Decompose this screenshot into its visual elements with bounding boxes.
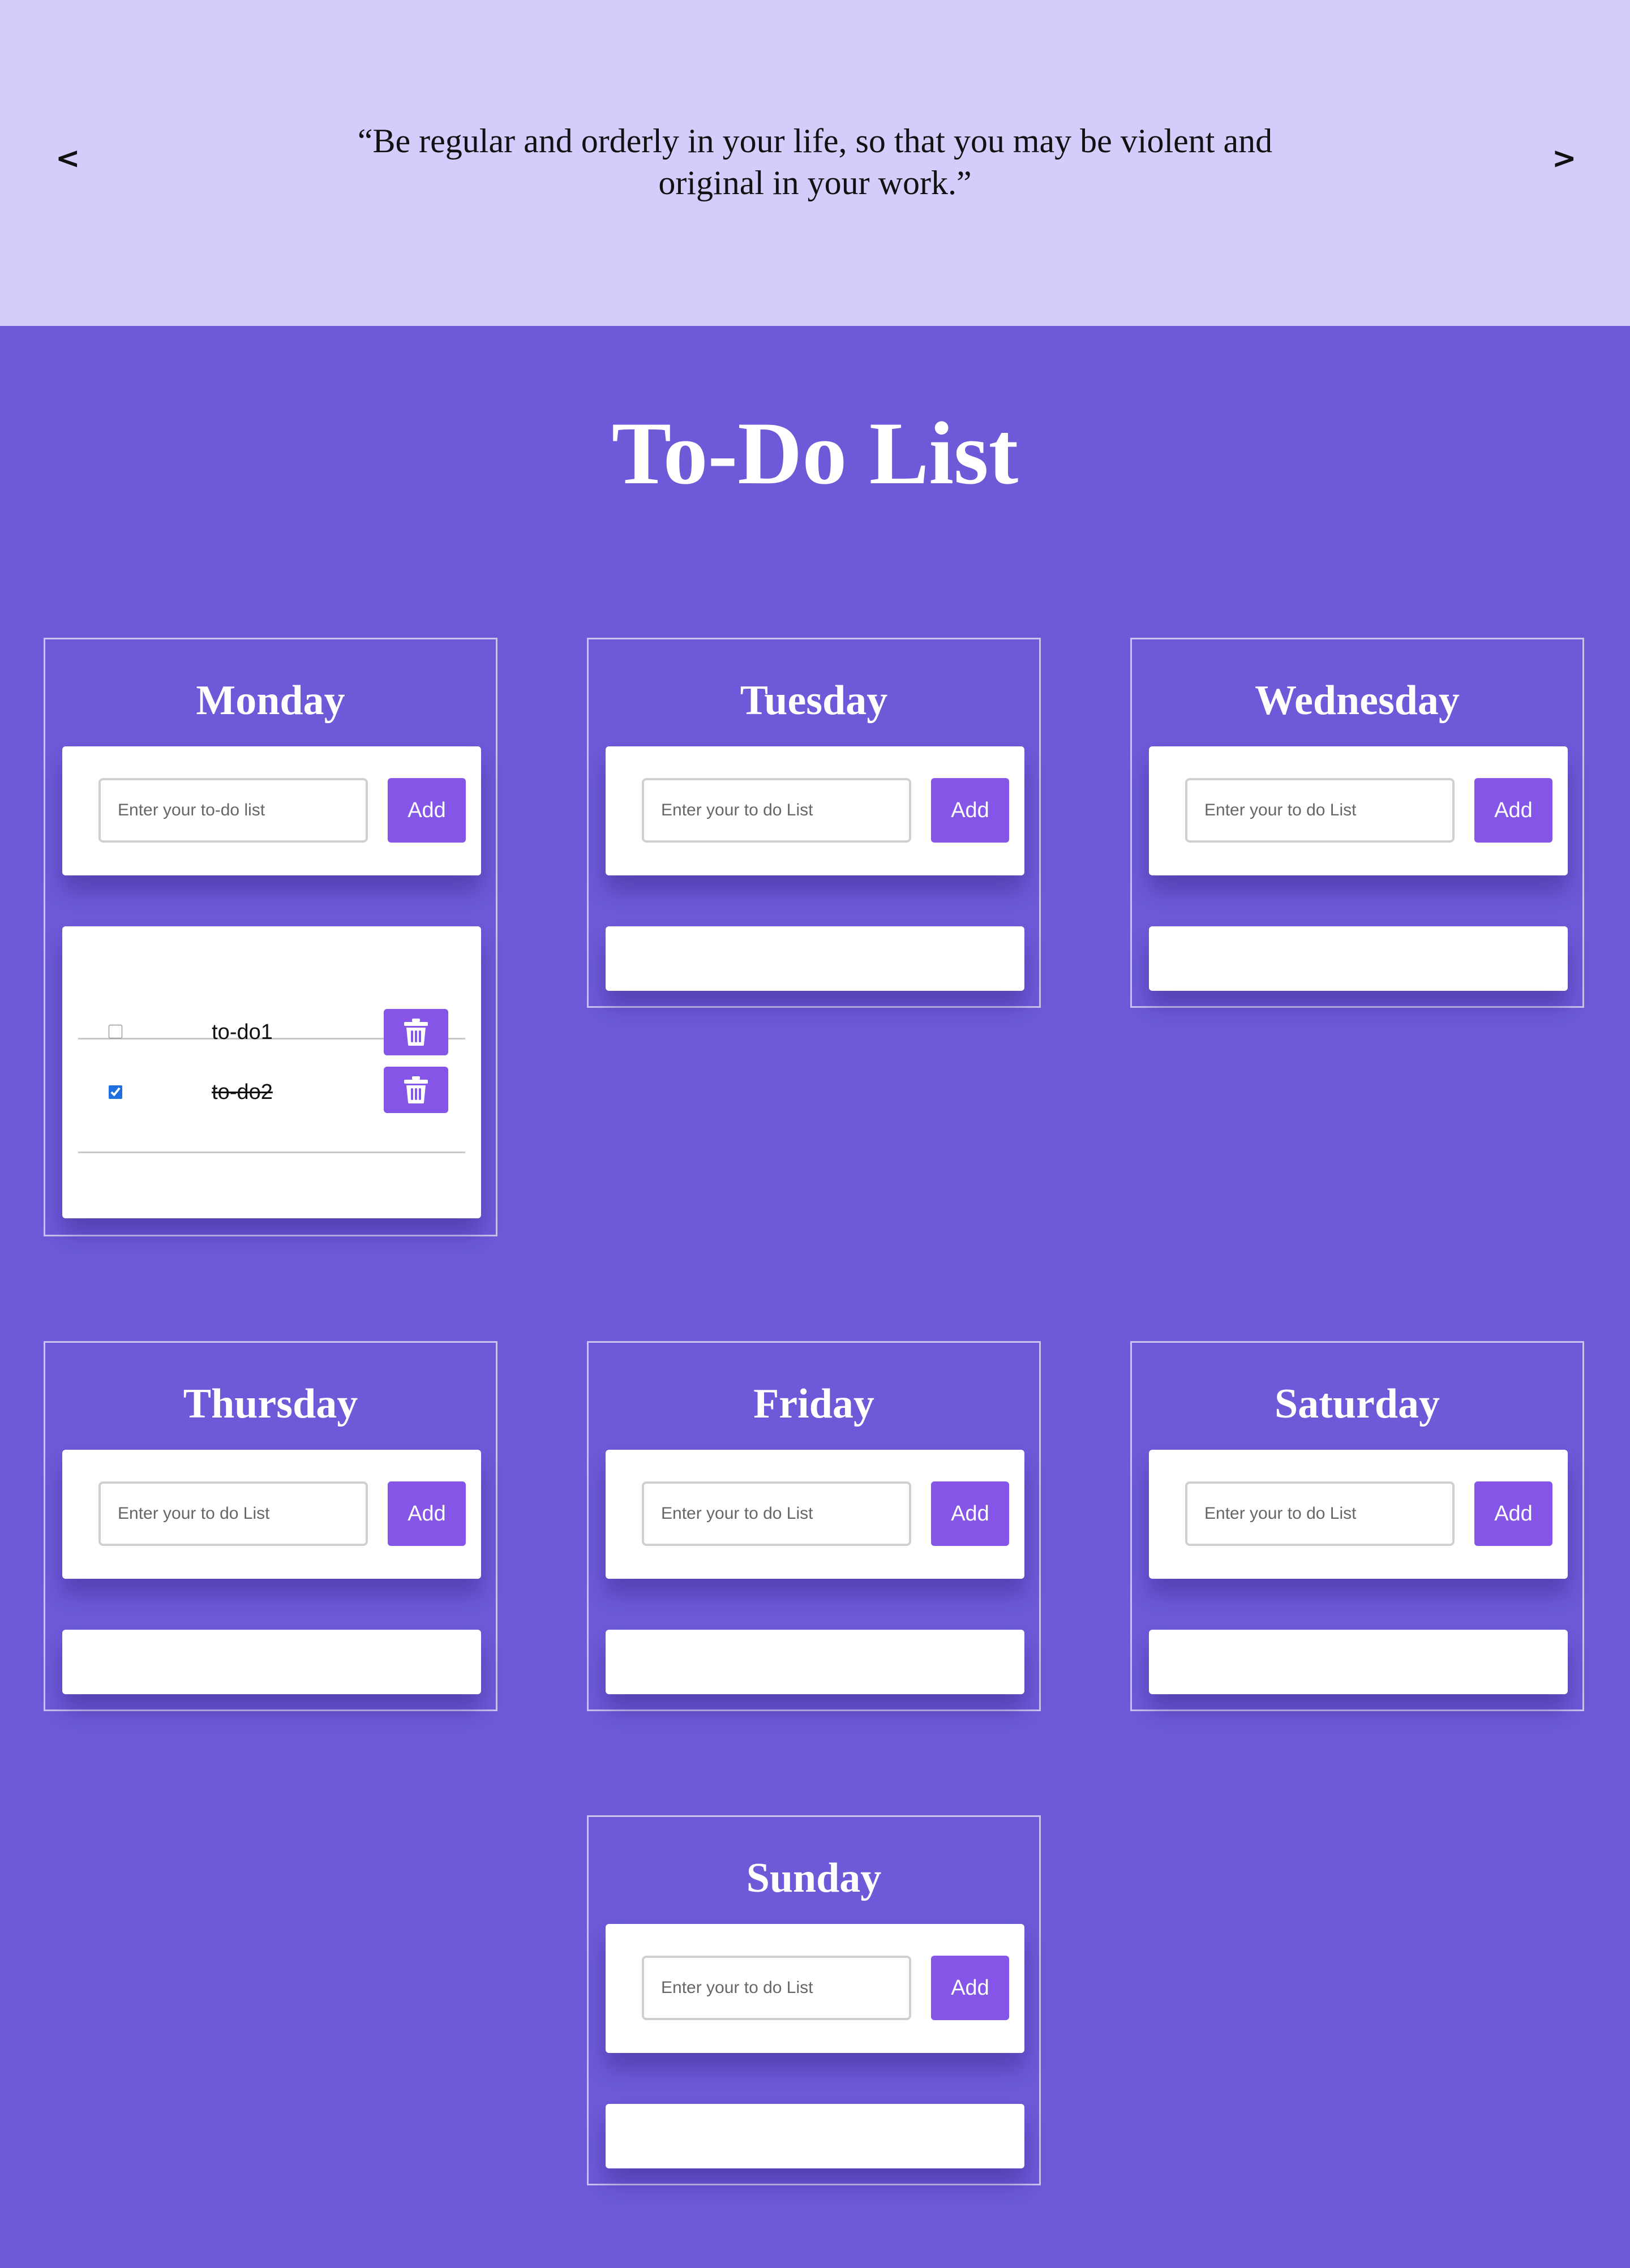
todo-input-panel: Add — [606, 1450, 1024, 1579]
day-title: Wednesday — [1255, 677, 1460, 724]
add-button[interactable]: Add — [931, 1956, 1009, 2020]
trash-icon — [404, 1076, 428, 1103]
add-button[interactable]: Add — [1474, 1481, 1552, 1546]
todo-input-panel: Add — [1149, 1450, 1568, 1579]
day-card-thursday: Thursday Add — [44, 1341, 497, 1711]
todo-item: to-do2 — [78, 1040, 465, 1153]
add-button[interactable]: Add — [388, 1481, 466, 1546]
todo-list-panel — [606, 1630, 1024, 1694]
day-card-monday: Monday Add to-do1 to-do2 — [44, 638, 497, 1236]
add-button[interactable]: Add — [931, 1481, 1009, 1546]
todo-input[interactable] — [98, 1481, 368, 1546]
day-card-friday: Friday Add — [587, 1341, 1041, 1711]
day-title: Saturday — [1275, 1381, 1440, 1427]
todo-item: to-do1 — [78, 926, 465, 1055]
todo-input-panel: Add — [1149, 746, 1568, 875]
todo-text: to-do2 — [212, 1080, 273, 1104]
todo-input-panel: Add — [62, 1450, 481, 1579]
todo-checkbox[interactable] — [109, 1085, 122, 1099]
todo-input-panel: Add — [62, 746, 481, 875]
day-card-tuesday: Tuesday Add — [587, 638, 1041, 1008]
todo-input[interactable] — [1185, 1481, 1455, 1546]
todo-input-panel: Add — [606, 1924, 1024, 2053]
todo-list-panel — [1149, 926, 1568, 991]
day-title: Tuesday — [740, 677, 888, 724]
day-title: Monday — [196, 677, 345, 724]
todo-input[interactable] — [642, 778, 911, 843]
todo-list-panel — [62, 1630, 481, 1694]
todo-input-panel: Add — [606, 746, 1024, 875]
day-title: Friday — [753, 1381, 874, 1427]
todo-input[interactable] — [1185, 778, 1455, 843]
quote-line-1: “Be regular and orderly in your life, so… — [357, 122, 1273, 160]
day-title: Sunday — [746, 1855, 882, 1901]
todo-list-panel — [606, 2104, 1024, 2168]
day-card-wednesday: Wednesday Add — [1130, 638, 1584, 1008]
todo-input[interactable] — [642, 1481, 911, 1546]
todo-input[interactable] — [98, 778, 368, 843]
quote-banner: < “Be regular and orderly in your life, … — [0, 0, 1630, 326]
day-card-sunday: Sunday Add — [587, 1815, 1041, 2185]
add-button[interactable]: Add — [1474, 778, 1552, 843]
add-button[interactable]: Add — [931, 778, 1009, 843]
todo-checkbox[interactable] — [109, 1025, 122, 1038]
todo-list-panel: to-do1 to-do2 — [62, 926, 481, 1218]
previous-quote-button[interactable]: < — [55, 141, 80, 175]
delete-button[interactable] — [384, 1067, 448, 1113]
page-title: To-Do List — [611, 404, 1019, 503]
add-button[interactable]: Add — [388, 778, 466, 843]
day-card-saturday: Saturday Add — [1130, 1341, 1584, 1711]
todo-input[interactable] — [642, 1956, 911, 2020]
todo-list-panel — [606, 926, 1024, 991]
todo-list-panel — [1149, 1630, 1568, 1694]
quote-line-2: original in your work.” — [658, 164, 972, 201]
next-quote-button[interactable]: > — [1552, 141, 1577, 175]
quote-text: “Be regular and orderly in your life, so… — [317, 120, 1313, 204]
day-title: Thursday — [183, 1381, 358, 1427]
